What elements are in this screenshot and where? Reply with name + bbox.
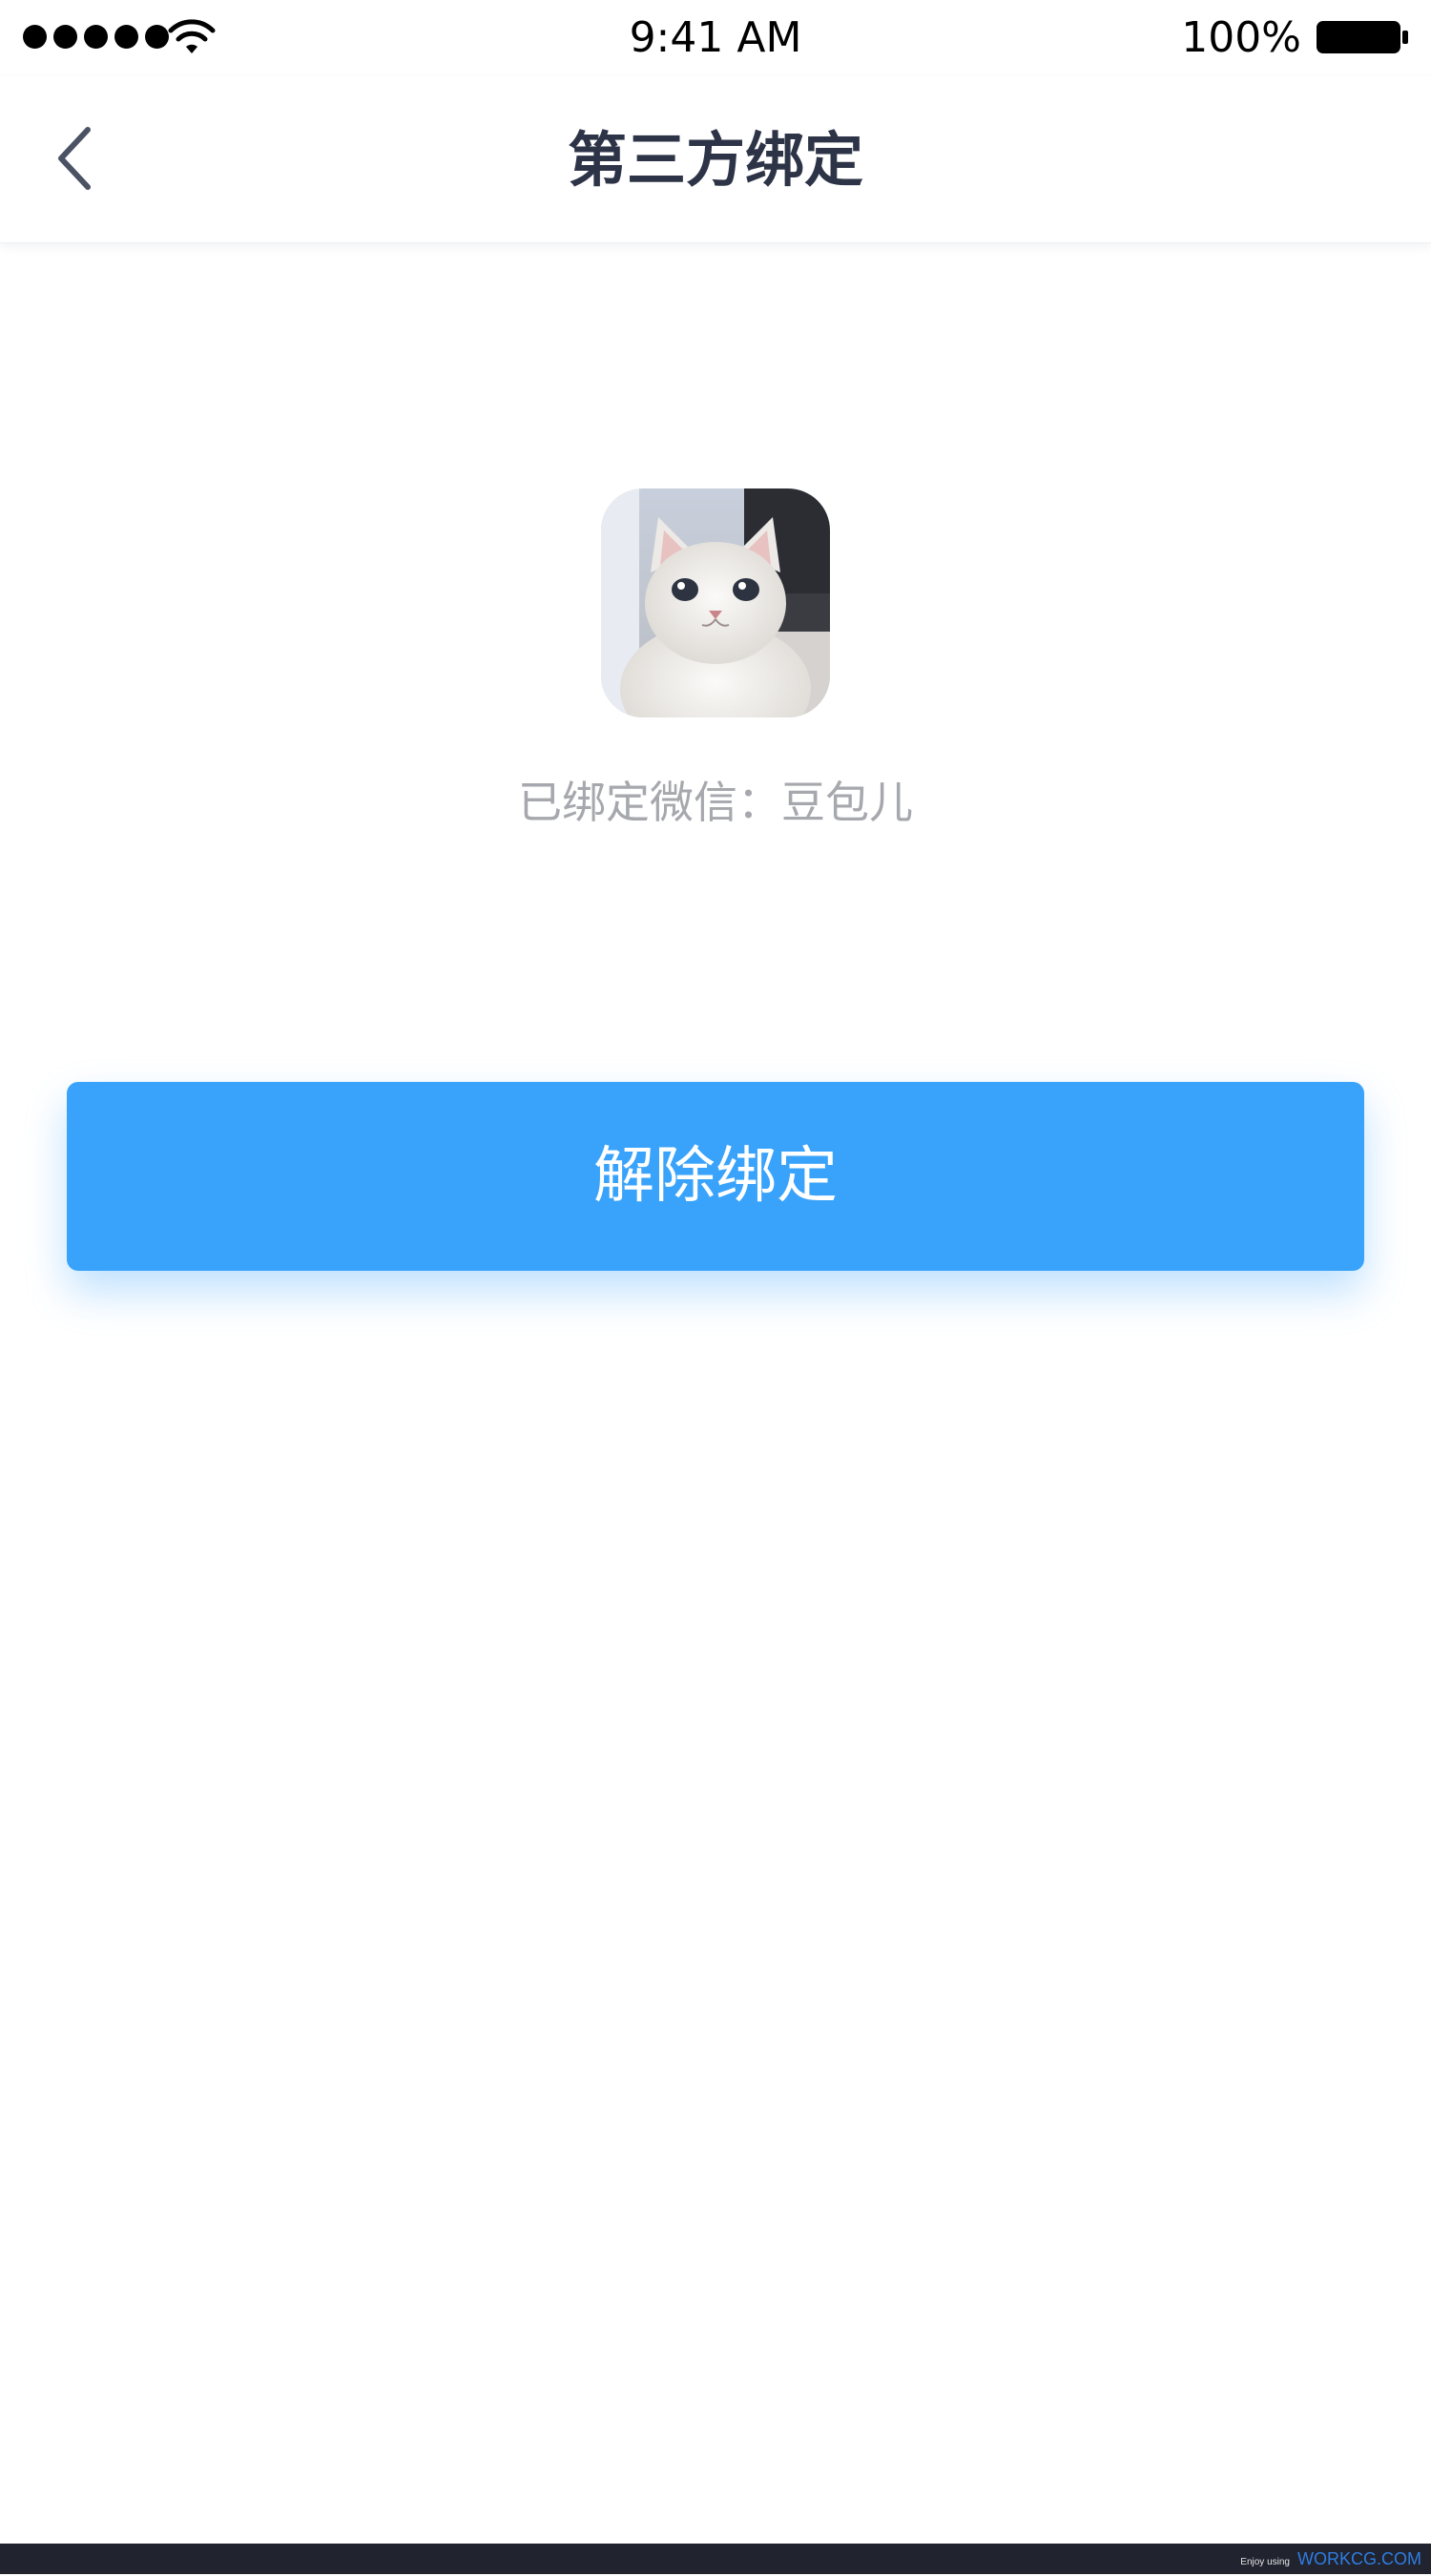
- status-bar: 9:41 AM 100%: [0, 0, 1431, 76]
- page-title: 第三方绑定: [567, 125, 863, 195]
- footer-brand: WORKCG.COM: [1297, 2549, 1421, 2568]
- navigation-bar: 第三方绑定: [0, 76, 1431, 243]
- battery-percentage: 100%: [1181, 13, 1301, 62]
- wechat-avatar: [601, 488, 830, 717]
- footer-prefix: Enjoy using: [1240, 2557, 1290, 2567]
- battery-icon: [1317, 21, 1408, 53]
- unbind-button[interactable]: 解除绑定: [67, 1082, 1364, 1271]
- cat-photo-avatar: [601, 488, 830, 717]
- bound-account-text: 已绑定微信：豆包儿: [518, 777, 913, 828]
- footer-watermark: Enjoy using WORKCG.COM: [1240, 2545, 1421, 2576]
- footer-bar: Enjoy using WORKCG.COM: [0, 2544, 1431, 2574]
